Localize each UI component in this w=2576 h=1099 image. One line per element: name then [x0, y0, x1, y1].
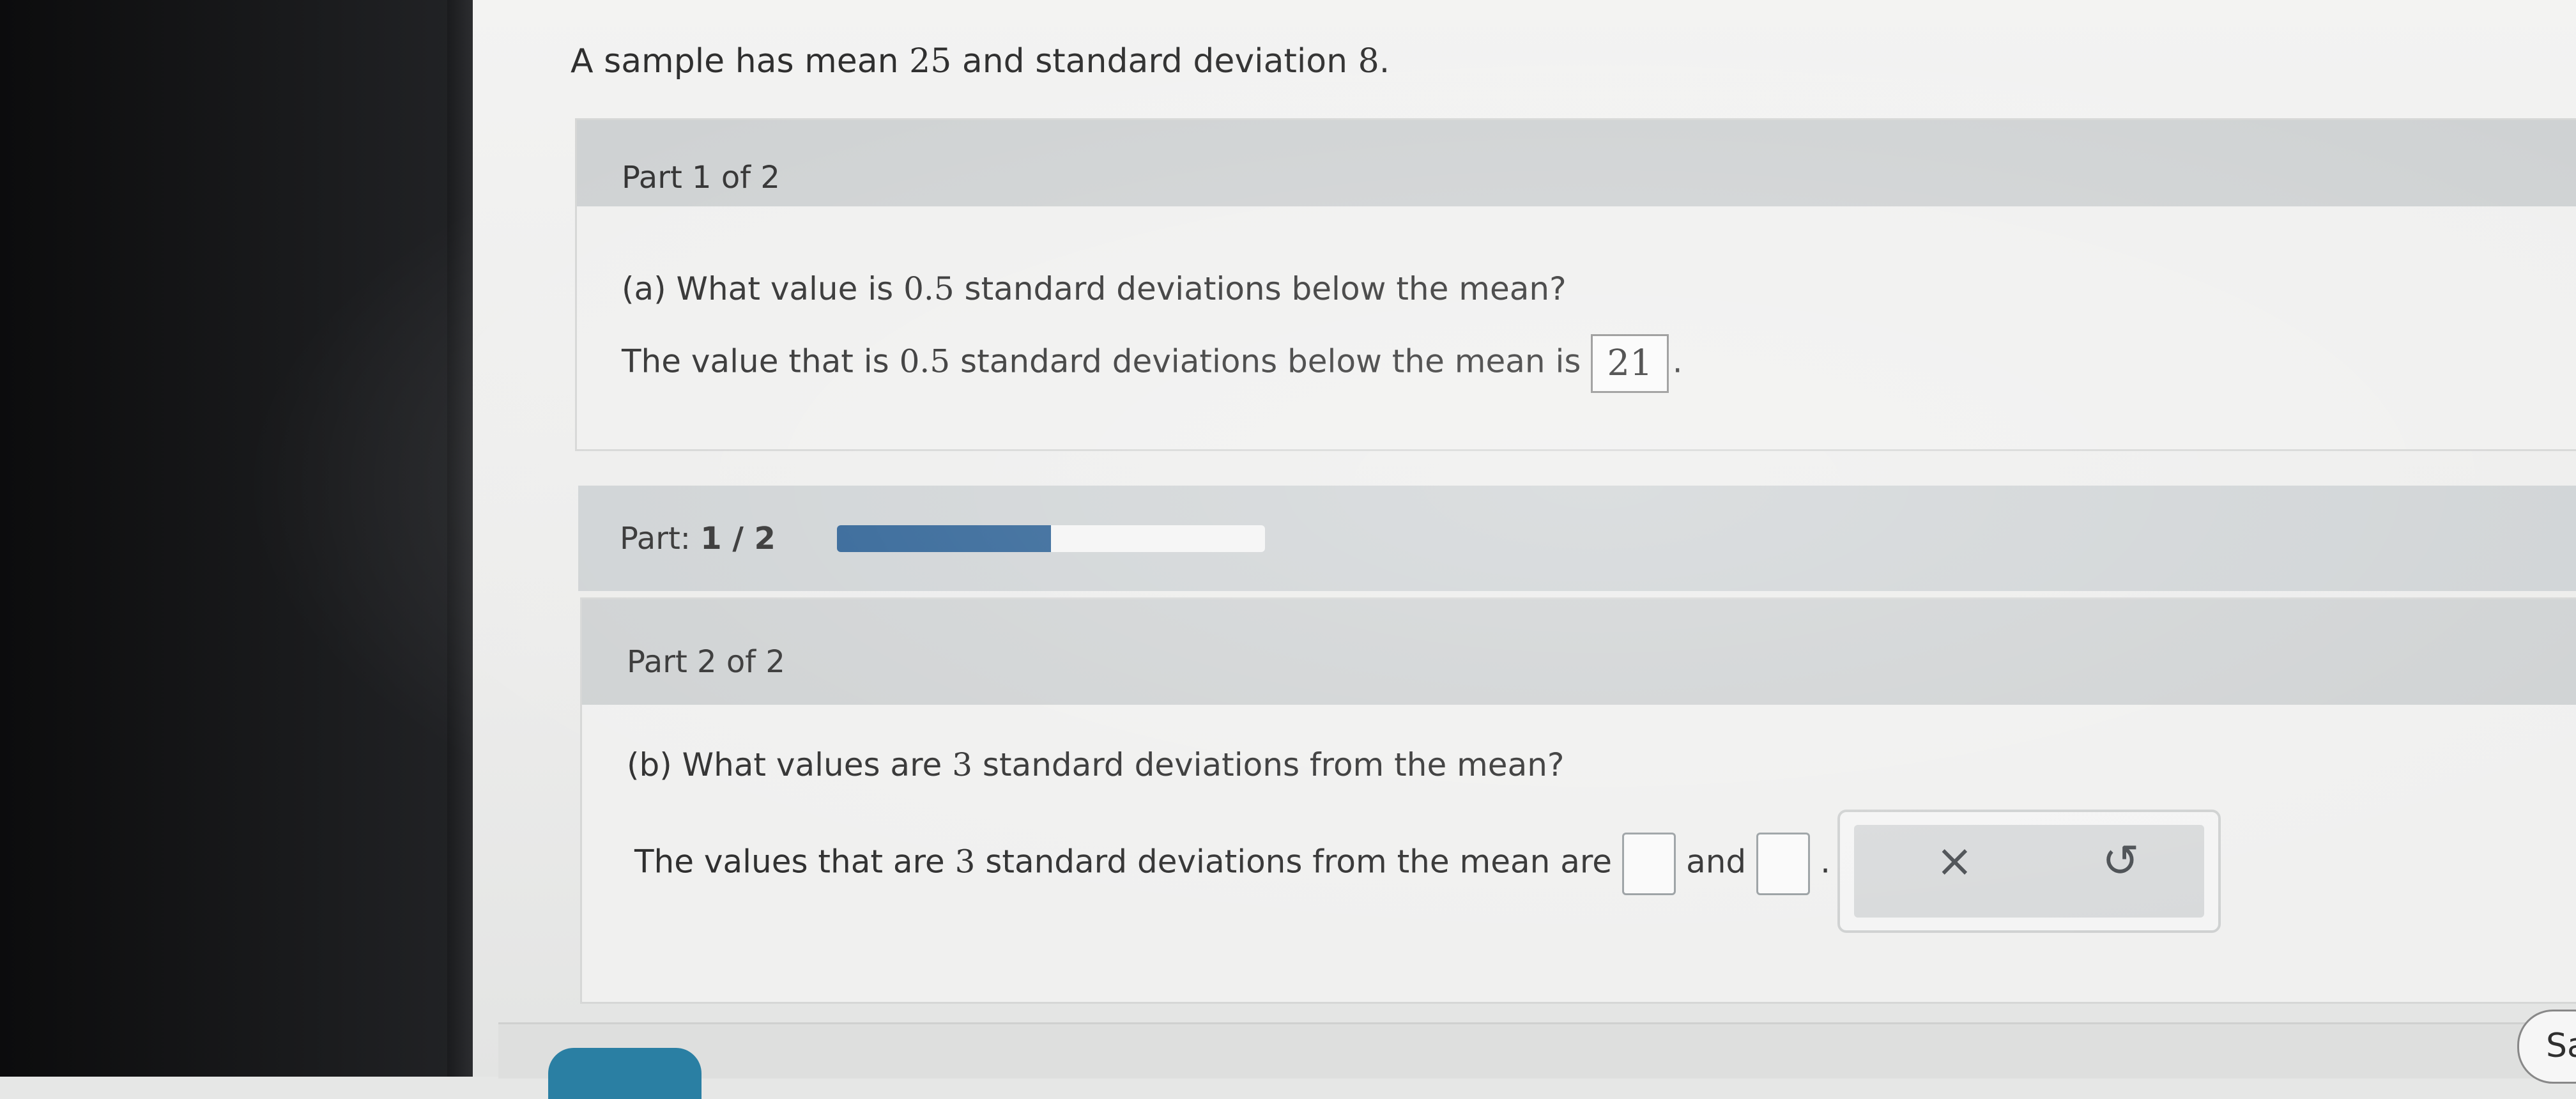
part-2-card: Part 2 of 2 (b) What values are 3 standa… — [580, 597, 2576, 1004]
bottom-bar — [498, 1022, 2576, 1079]
part-1-question: (a) What value is 0.5 standard deviation… — [622, 270, 1567, 307]
part-2-answer-box-2[interactable] — [1756, 833, 1811, 895]
sd-value: 8 — [1358, 42, 1379, 81]
part-1-header: Part 1 of 2 — [577, 120, 2576, 206]
monitor-bezel — [0, 0, 473, 1077]
answer-tools-panel: × ↺ — [1837, 810, 2221, 933]
undo-icon[interactable]: ↺ — [2102, 834, 2140, 887]
next-button[interactable] — [548, 1048, 702, 1099]
progress-label: Part: 1 / 2 — [620, 521, 776, 557]
answer-tools-inner — [1854, 825, 2204, 918]
part-1-card: Part 1 of 2 (a) What value is 0.5 standa… — [575, 118, 2576, 451]
part-1-answer-box[interactable]: 21 — [1591, 334, 1669, 393]
clear-icon[interactable]: × — [1936, 834, 1974, 887]
mean-value: 25 — [909, 42, 952, 81]
part-2-answer-box-1[interactable] — [1622, 833, 1676, 895]
part-2-question: (b) What values are 3 standard deviation… — [627, 746, 1565, 783]
part-2-answer-line: The values that are 3 standard deviation… — [634, 833, 1830, 895]
part-2-header: Part 2 of 2 — [582, 599, 2576, 705]
part-1-answer-line: The value that is 0.5 standard deviation… — [622, 334, 1683, 393]
monitor-bezel-edge — [447, 0, 473, 1077]
problem-statement: A sample has mean 25 and standard deviat… — [571, 42, 1390, 81]
progress-band: Part: 1 / 2 — [578, 486, 2576, 591]
progress-bar — [837, 525, 1265, 552]
progress-bar-fill — [837, 525, 1051, 552]
